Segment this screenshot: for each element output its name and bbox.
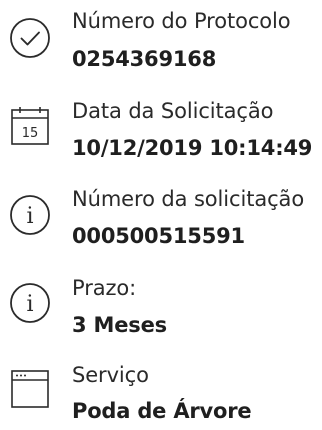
svg-text:i: i: [26, 204, 33, 229]
deadline-label: Prazo:: [72, 276, 137, 300]
protocol-number-item: Número do Protocolo 0254369168: [0, 0, 322, 80]
service-item: Serviço Poda de Árvore: [0, 350, 322, 430]
request-number-label: Número da solicitação: [72, 187, 305, 211]
protocol-number-label: Número do Protocolo: [72, 9, 291, 33]
info-icon: i: [7, 280, 53, 326]
check-circle-icon: [7, 15, 53, 61]
request-date-label: Data da Solicitação: [72, 99, 274, 123]
protocol-number-value: 0254369168: [72, 47, 217, 71]
calendar-icon: 15: [7, 103, 53, 149]
deadline-item: i Prazo: 3 Meses: [0, 265, 322, 345]
service-value: Poda de Árvore: [72, 399, 252, 423]
info-icon: i: [7, 192, 53, 238]
service-label: Serviço: [72, 363, 149, 387]
svg-text:i: i: [26, 292, 33, 317]
deadline-value: 3 Meses: [72, 313, 167, 337]
window-icon: [7, 366, 53, 412]
request-number-item: i Número da solicitação 000500515591: [0, 178, 322, 258]
request-date-value: 10/12/2019 10:14:49: [72, 136, 313, 160]
request-number-value: 000500515591: [72, 224, 245, 248]
calendar-day-number: 15: [22, 126, 39, 141]
request-date-item: 15 Data da Solicitação 10/12/2019 10:14:…: [0, 88, 322, 168]
